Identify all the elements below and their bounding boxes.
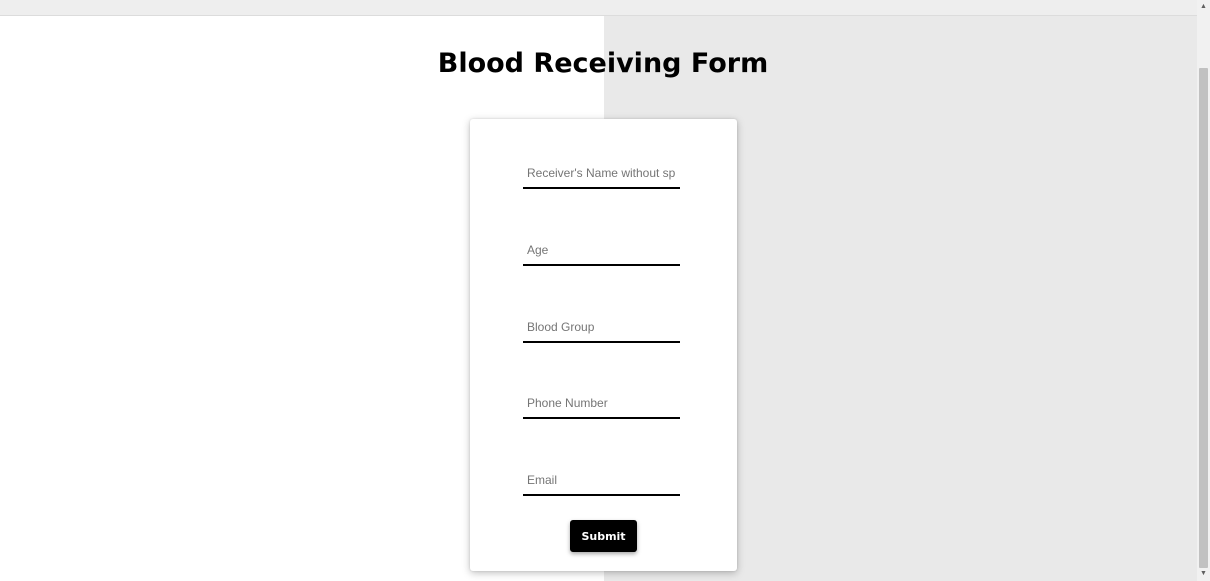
scrollbar-thumb[interactable] [1199,68,1208,568]
email-input[interactable] [523,466,680,496]
scroll-up-arrow-icon[interactable]: ▲ [1197,0,1210,14]
form-card: Submit [470,119,737,571]
blood-group-input[interactable] [523,313,680,343]
vertical-scrollbar[interactable]: ▲ ▼ [1197,0,1210,581]
phone-number-input[interactable] [523,389,680,419]
scroll-down-arrow-icon[interactable]: ▼ [1197,567,1210,581]
submit-button[interactable]: Submit [570,520,637,552]
age-input[interactable] [523,236,680,266]
top-strip [0,0,1197,16]
page-title: Blood Receiving Form [437,48,769,79]
receiver-name-input[interactable] [523,159,680,189]
